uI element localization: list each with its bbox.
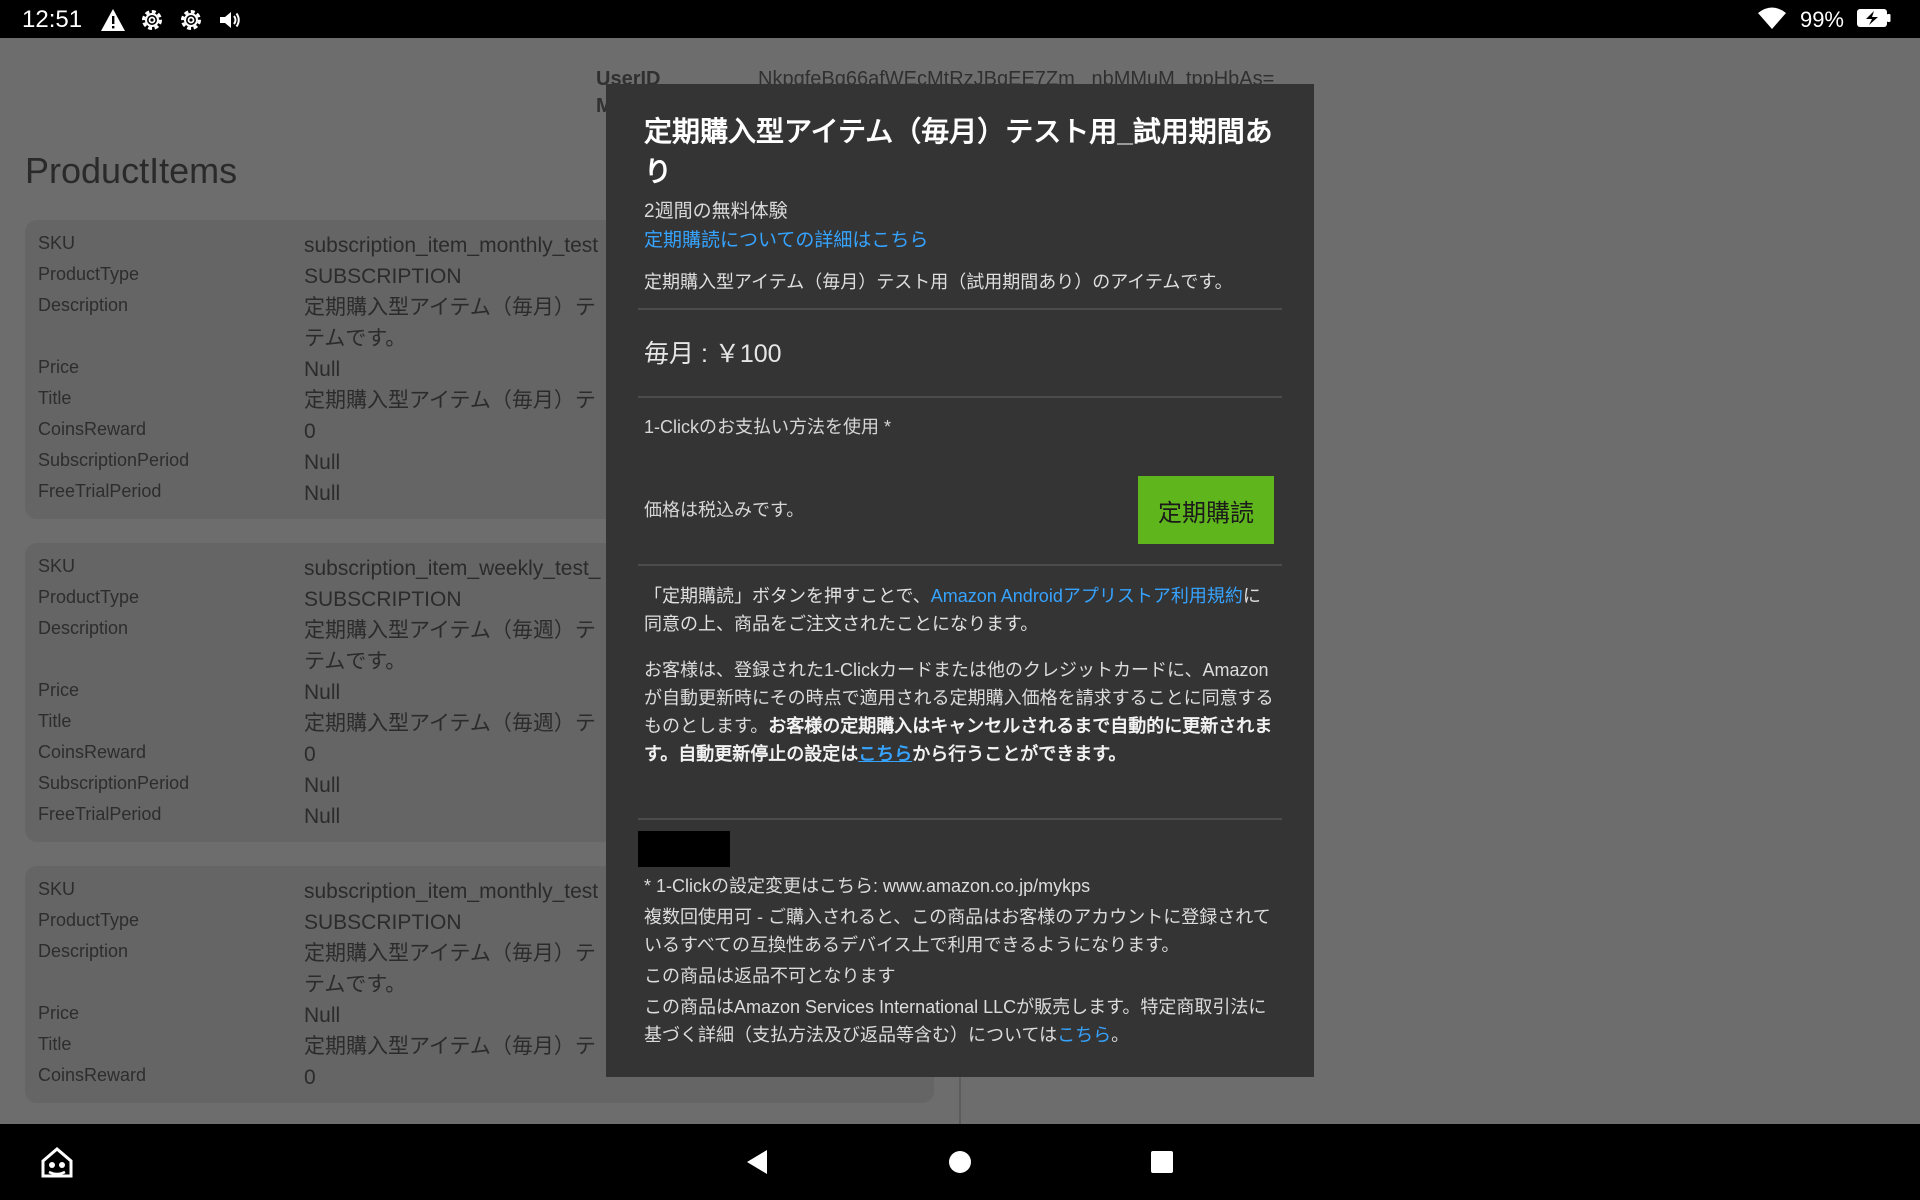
terms-prefix: 「定期購読」ボタンを押すことで、 <box>644 586 931 606</box>
producttype-label: ProductType <box>38 264 140 284</box>
auto-renew-settings-link[interactable]: こちら <box>858 744 912 764</box>
price-label: Price <box>38 680 80 700</box>
battery-charging-icon <box>1856 7 1892 33</box>
sku-label: SKU <box>38 233 76 253</box>
wifi-icon <box>1756 5 1788 35</box>
subscribe-button[interactable]: 定期購読 <box>1138 476 1274 544</box>
subscriptionperiod-label: SubscriptionPeriod <box>38 773 190 793</box>
seller-details-link[interactable]: こちら <box>1057 1025 1111 1045</box>
battery-percentage: 99% <box>1799 7 1844 32</box>
divider <box>638 308 1282 310</box>
redacted-block <box>638 831 730 867</box>
title-label: Title <box>38 1034 72 1054</box>
status-time: 12:51 <box>22 6 83 33</box>
back-icon[interactable] <box>731 1136 783 1188</box>
section-title: ProductItems <box>25 150 238 191</box>
price-label: Price <box>38 357 80 377</box>
seller-info-text: この商品はAmazon Services International LLCが販… <box>644 993 1276 1049</box>
description-label: Description <box>38 295 129 315</box>
subscription-details-link[interactable]: 定期購読についての詳細はこちら <box>644 230 928 251</box>
dialog-footer: * 1-Clickの設定変更はこちら: www.amazon.co.jp/myk… <box>644 872 1276 1052</box>
volume-icon <box>215 5 244 34</box>
recents-icon[interactable] <box>1136 1136 1188 1188</box>
settings-icon <box>137 5 166 34</box>
item-description: 定期購入型アイテム（毎月）テスト用（試用期間あり）のアイテムです。 <box>644 272 1233 292</box>
coinsreward-label: CoinsReward <box>38 1065 147 1085</box>
title-label: Title <box>38 388 72 408</box>
purchase-dialog: 定期購入型アイテム（毎月）テスト用_試用期間あり 2週間の無料体験 定期購読につ… <box>606 84 1314 1077</box>
auto-renew-bold-end: から行うことができます。 <box>912 744 1127 764</box>
payment-method-text: 1-Clickのお支払い方法を使用 * <box>644 417 892 437</box>
title-label: Title <box>38 711 72 731</box>
divider <box>638 564 1282 566</box>
multi-use-text: 複数回使用可 - ご購入されると、この商品はお客様のアカウントに登録されているす… <box>644 907 1271 955</box>
tax-note: 価格は税込みです。 <box>644 500 805 520</box>
coinsreward-label: CoinsReward <box>38 419 147 439</box>
producttype-label: ProductType <box>38 587 140 607</box>
terms-agreement-text: 「定期購読」ボタンを押すことで、Amazon Androidアプリストア利用規約… <box>644 582 1276 638</box>
dialog-title: 定期購入型アイテム（毎月）テスト用_試用期間あり <box>644 116 1273 187</box>
producttype-label: ProductType <box>38 910 140 930</box>
divider <box>638 396 1282 398</box>
auto-renew-text: お客様は、登録された1-Clickカードまたは他のクレジットカードに、Amazo… <box>644 656 1276 768</box>
terms-link[interactable]: Amazon Androidアプリストア利用規約 <box>931 586 1243 606</box>
freetrialperiod-label: FreeTrialPeriod <box>38 481 162 501</box>
subscription-price: 毎月 : ￥100 <box>644 340 782 368</box>
free-trial-text: 2週間の無料体験 <box>644 201 788 222</box>
home-circle-icon[interactable] <box>934 1136 986 1188</box>
seller-info-prefix: この商品はAmazon Services International LLCが販… <box>644 997 1267 1045</box>
coinsreward-label: CoinsReward <box>38 742 147 762</box>
subscriptionperiod-label: SubscriptionPeriod <box>38 450 190 470</box>
freetrialperiod-label: FreeTrialPeriod <box>38 804 162 824</box>
seller-info-suffix: 。 <box>1111 1025 1130 1045</box>
settings-icon <box>176 5 205 34</box>
price-label: Price <box>38 1003 80 1023</box>
home-icon[interactable] <box>31 1136 83 1188</box>
alert-icon <box>98 5 127 34</box>
sku-label: SKU <box>38 879 76 899</box>
divider <box>638 818 1282 820</box>
description-label: Description <box>38 618 129 638</box>
sku-label: SKU <box>38 556 76 576</box>
description-label: Description <box>38 941 129 961</box>
no-return-text: この商品は返品不可となります <box>644 966 896 986</box>
one-click-settings-text: * 1-Clickの設定変更はこちら: www.amazon.co.jp/myk… <box>644 876 1091 896</box>
navigation-bar <box>0 1124 1920 1200</box>
status-bar: 12:51 99% <box>0 0 1920 38</box>
